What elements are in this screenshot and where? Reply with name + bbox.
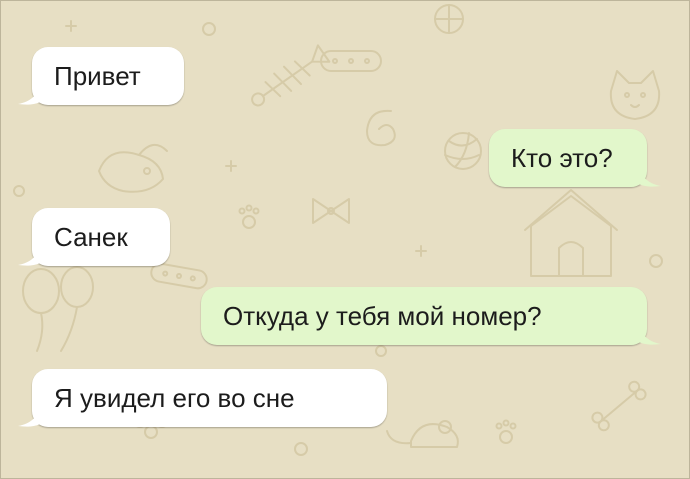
fishbone-doodle	[251, 44, 331, 107]
doghouse-doodle	[524, 189, 618, 277]
bubble-tail	[639, 167, 661, 187]
message-text: Я увидел его во сне	[54, 382, 295, 413]
dog-doodle	[98, 144, 168, 193]
message-text: Кто это?	[511, 142, 613, 173]
bubble-tail	[18, 85, 40, 105]
message-bubble-outgoing[interactable]: Кто это?	[489, 129, 661, 187]
paw-doodle	[238, 204, 260, 229]
bubble-tail	[639, 325, 661, 345]
message-bubble-outgoing[interactable]: Откуда у тебя мой номер?	[201, 287, 661, 345]
message-bubble-incoming[interactable]: Я увидел его во сне	[18, 369, 387, 427]
spiral-doodle	[366, 109, 396, 147]
collar-doodle	[320, 50, 382, 72]
message-text: Санек	[54, 221, 128, 252]
balloon-doodle	[22, 266, 94, 352]
bone-doodle	[591, 380, 647, 432]
mouse-doodle	[386, 420, 459, 448]
paw-doodle	[495, 419, 517, 444]
cat-doodle	[609, 70, 661, 120]
collar-doodle	[150, 262, 208, 290]
ball-doodle	[434, 4, 464, 34]
message-bubble-incoming[interactable]: Привет	[18, 47, 184, 105]
chat-window: Привет Кто это? Санек Откуда у тебя мой …	[0, 0, 690, 479]
yarn-doodle	[444, 132, 482, 170]
message-bubble-incoming[interactable]: Санек	[18, 208, 170, 266]
bubble-tail	[18, 246, 40, 266]
bow-doodle	[312, 198, 350, 224]
message-text: Откуда у тебя мой номер?	[223, 300, 542, 331]
message-text: Привет	[54, 60, 141, 91]
bubble-tail	[18, 407, 40, 427]
